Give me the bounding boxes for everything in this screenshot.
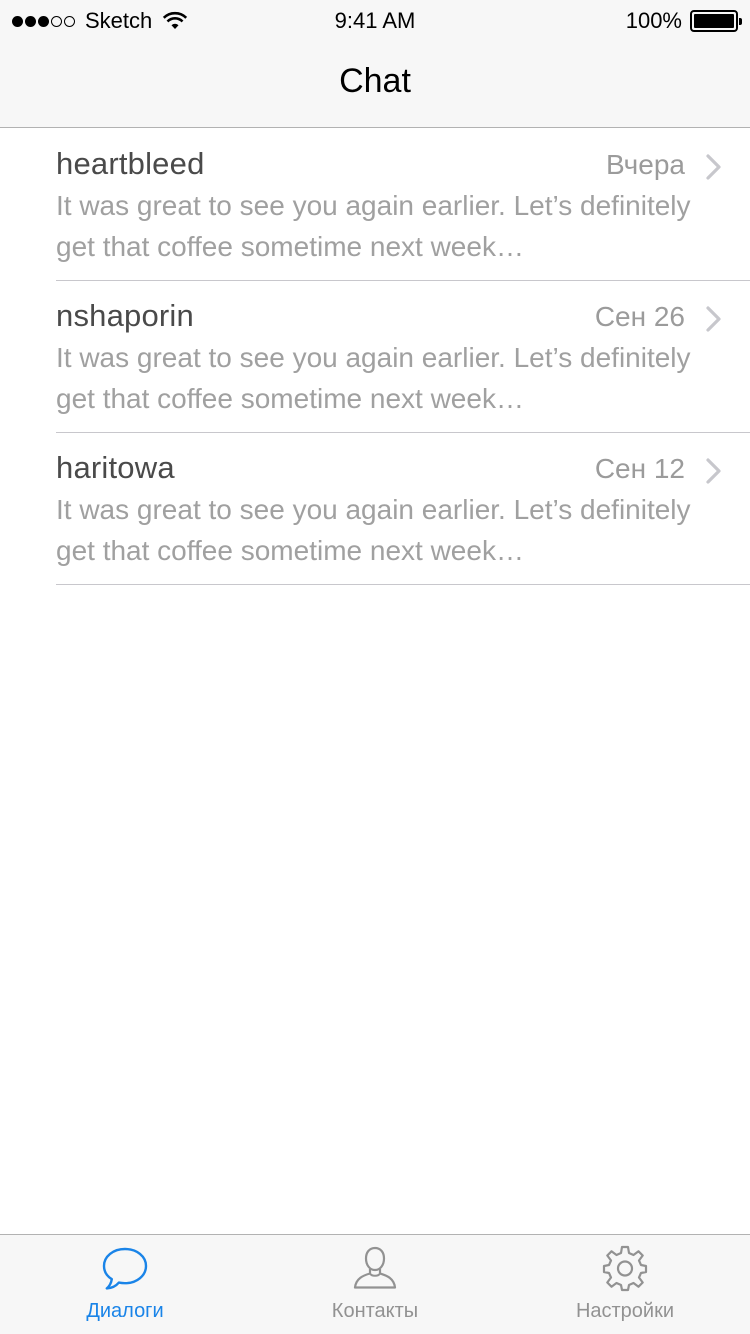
chat-row[interactable]: heartbleed Вчера It was great to see you…: [0, 129, 750, 281]
chat-contact-name: nshaporin: [56, 298, 194, 333]
status-right: 100%: [625, 7, 742, 35]
chat-bubble-icon: [102, 1247, 148, 1290]
chat-message-preview: It was great to see you again earlier. L…: [56, 190, 691, 262]
chat-message-preview: It was great to see you again earlier. L…: [56, 494, 691, 566]
tab-dialogs[interactable]: Диалоги: [0, 1235, 250, 1334]
chevron-right-icon: [706, 154, 721, 180]
chevron-right-icon: [706, 458, 721, 484]
row-divider: [56, 584, 750, 585]
chat-list: heartbleed Вчера It was great to see you…: [0, 129, 750, 585]
person-icon: [353, 1246, 397, 1289]
chat-date: Вчера: [605, 149, 685, 180]
battery-icon: [690, 10, 742, 32]
chat-contact-name: haritowa: [56, 450, 175, 485]
page-title: Chat: [339, 62, 411, 100]
navigation-bar: Chat: [0, 40, 750, 128]
chat-message-preview: It was great to see you again earlier. L…: [56, 342, 691, 414]
battery-percent: 100%: [625, 8, 682, 33]
battery-fill: [694, 14, 734, 28]
chat-row[interactable]: nshaporin Сен 26 It was great to see you…: [0, 281, 750, 433]
tab-settings[interactable]: Настройки: [500, 1235, 750, 1334]
gear-icon: [602, 1245, 648, 1292]
tab-bar: Диалоги Контакты Настройки: [0, 1234, 750, 1334]
tab-label: Настройки: [575, 1300, 675, 1322]
battery-nub: [739, 18, 742, 25]
chevron-right-icon: [706, 306, 721, 332]
tab-label: Контакты: [331, 1300, 419, 1322]
chat-date: Сен 12: [594, 453, 685, 484]
tab-label: Диалоги: [86, 1300, 164, 1322]
status-bar: Sketch 9:41 AM 100%: [0, 0, 750, 40]
chat-row[interactable]: haritowa Сен 12 It was great to see you …: [0, 433, 750, 585]
chat-contact-name: heartbleed: [56, 146, 205, 181]
tab-contacts[interactable]: Контакты: [250, 1235, 500, 1334]
chat-date: Сен 26: [594, 301, 685, 332]
